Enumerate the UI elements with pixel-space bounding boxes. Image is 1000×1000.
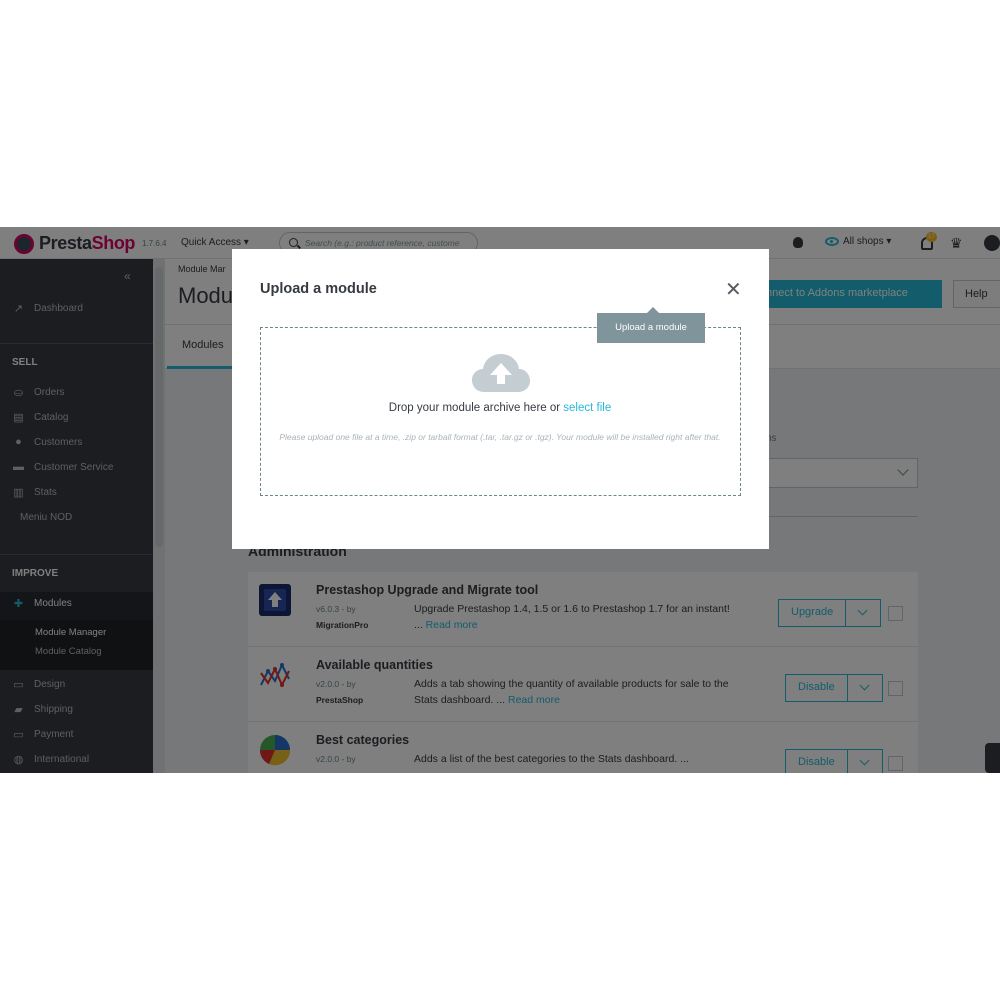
select-file-link[interactable]: select file: [563, 402, 611, 414]
drop-instruction: Drop your module archive here or select …: [388, 402, 612, 414]
upload-tooltip: Upload a module: [597, 307, 705, 343]
module-dropzone[interactable]: Drop your module archive here or select …: [260, 327, 741, 496]
close-icon[interactable]: ✕: [725, 280, 742, 300]
upload-hint: Please upload one file at a time, .zip o…: [279, 432, 721, 442]
cloud-upload-icon: [472, 354, 530, 392]
modal-title: Upload a module: [260, 281, 377, 297]
upload-module-modal: Upload a module ✕ Drop your module archi…: [232, 249, 769, 549]
app-window: PrestaShop 1.7.6.4 Quick Access ▾ Search…: [0, 227, 1000, 773]
